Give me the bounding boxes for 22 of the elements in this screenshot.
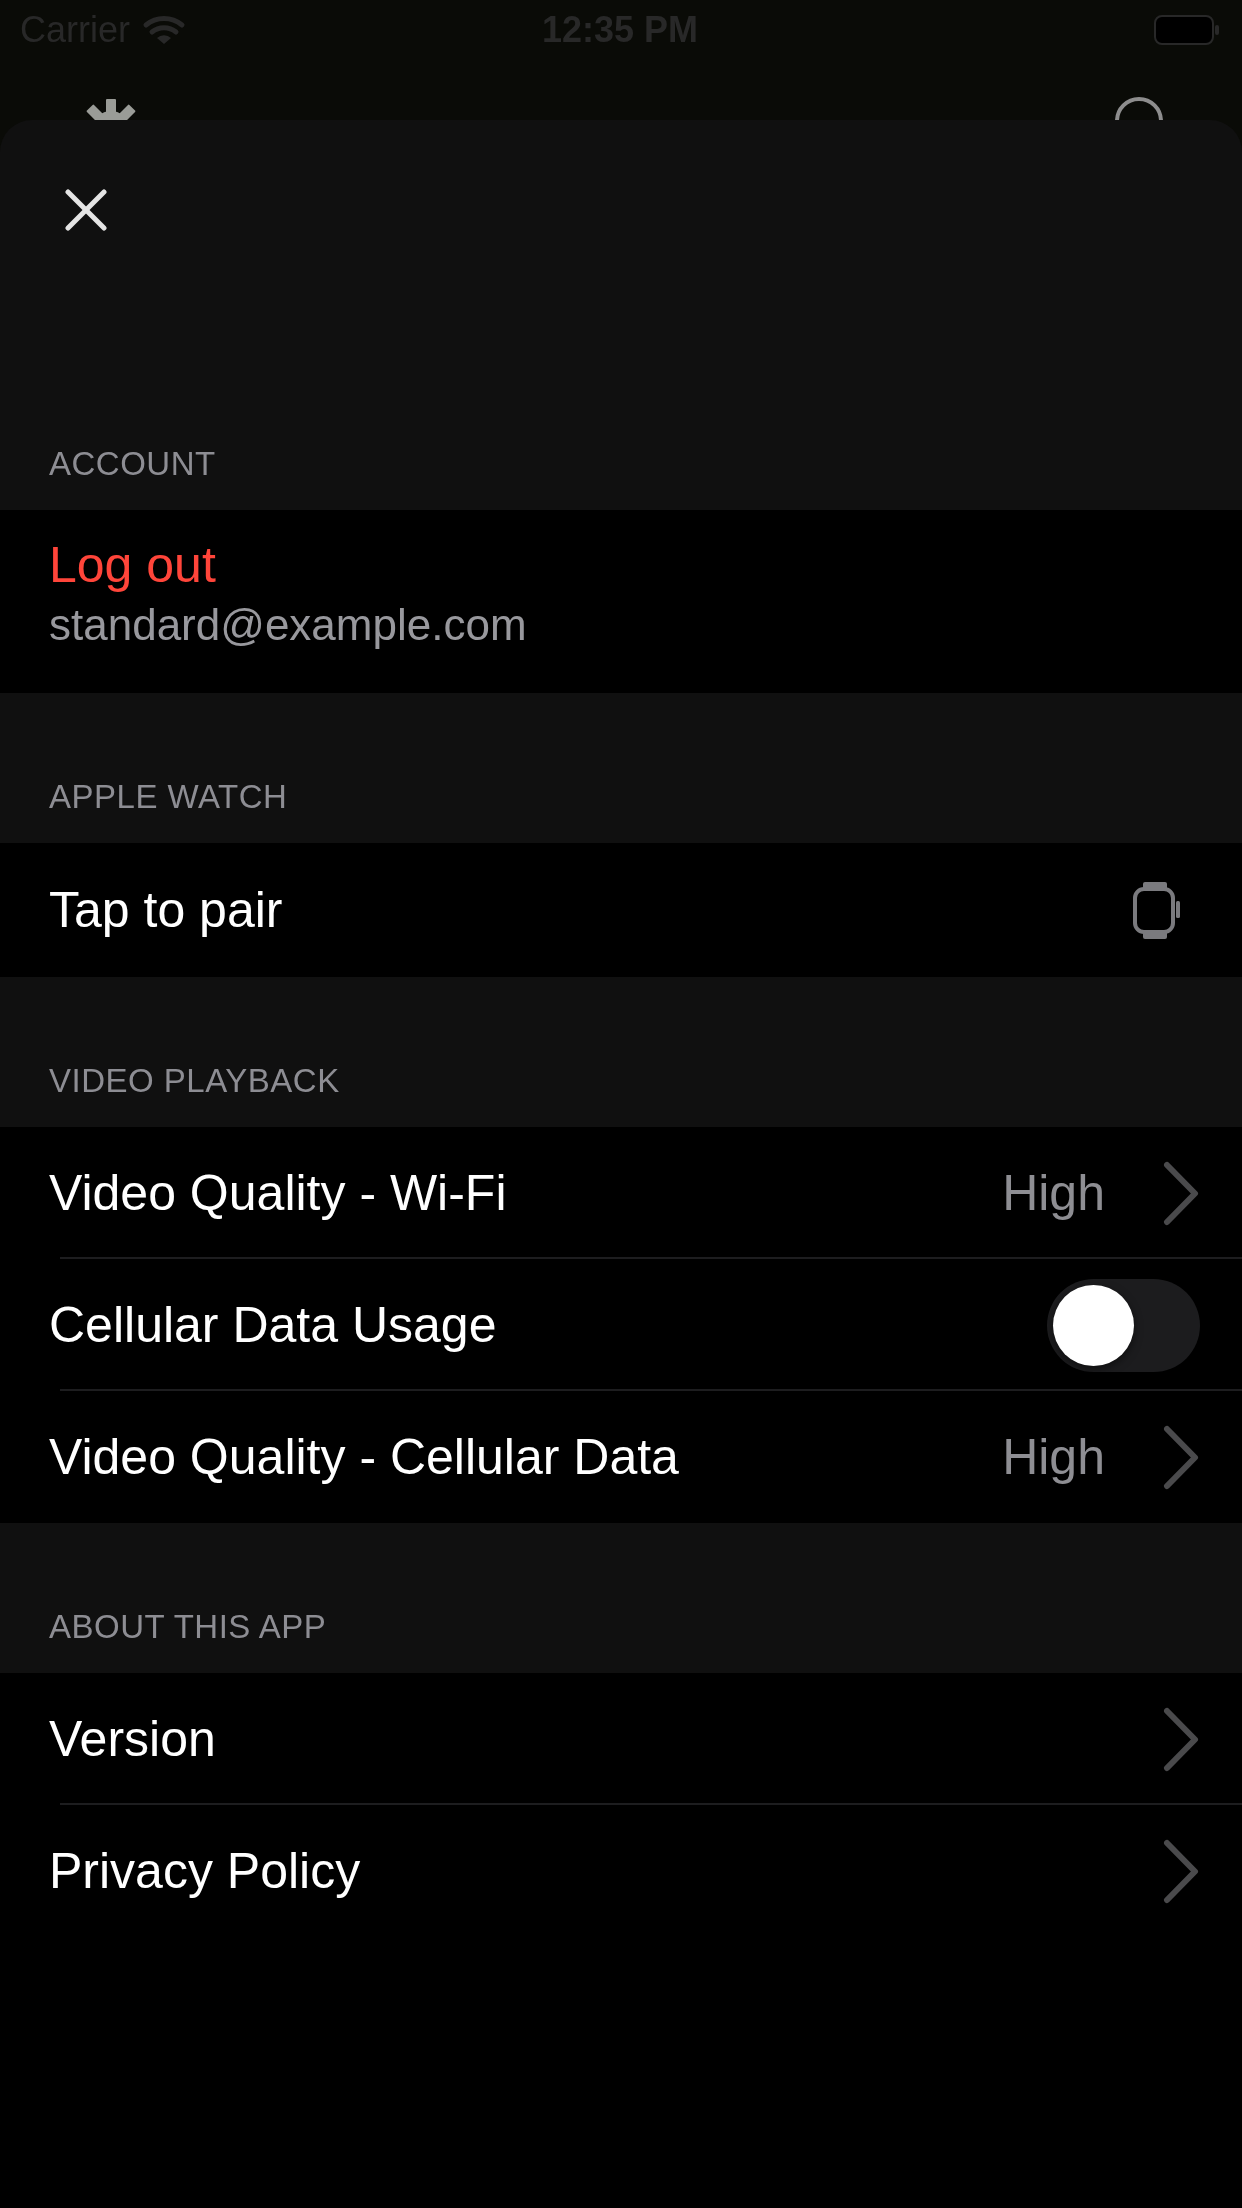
- section-header: ACCOUNT: [49, 446, 216, 482]
- chevron-icon: [1163, 1838, 1199, 1904]
- setting-label[interactable]: Privacy Policy: [49, 1841, 1105, 1901]
- search-icon[interactable]: [1113, 94, 1165, 120]
- setting-label[interactable]: Video Quality - Wi-Fi: [49, 1163, 1003, 1223]
- section-header: VIDEO PLAYBACK: [49, 1063, 340, 1099]
- setting-label[interactable]: Video Quality - Cellular Data: [49, 1427, 1003, 1487]
- setting-value: High: [1002, 1164, 1105, 1223]
- chevron-icon: [1163, 1706, 1199, 1772]
- wifi-icon: [142, 14, 186, 46]
- setting-label[interactable]: Cellular Data Usage: [49, 1295, 1047, 1355]
- section-header: APPLE WATCH: [49, 779, 288, 815]
- log-out-link[interactable]: Log out: [49, 537, 216, 593]
- battery-icon: [1154, 15, 1220, 45]
- section-header: ABOUT THIS APP: [49, 1609, 327, 1645]
- chevron-icon: [1163, 1424, 1199, 1490]
- chevron-icon: [1163, 1160, 1199, 1226]
- setting-label[interactable]: Version: [49, 1709, 1105, 1769]
- setting-label[interactable]: Tap to pair: [49, 880, 1131, 940]
- close-icon[interactable]: [65, 189, 107, 231]
- account-email: standard@example.com: [49, 599, 527, 651]
- setting-value: High: [1002, 1428, 1105, 1487]
